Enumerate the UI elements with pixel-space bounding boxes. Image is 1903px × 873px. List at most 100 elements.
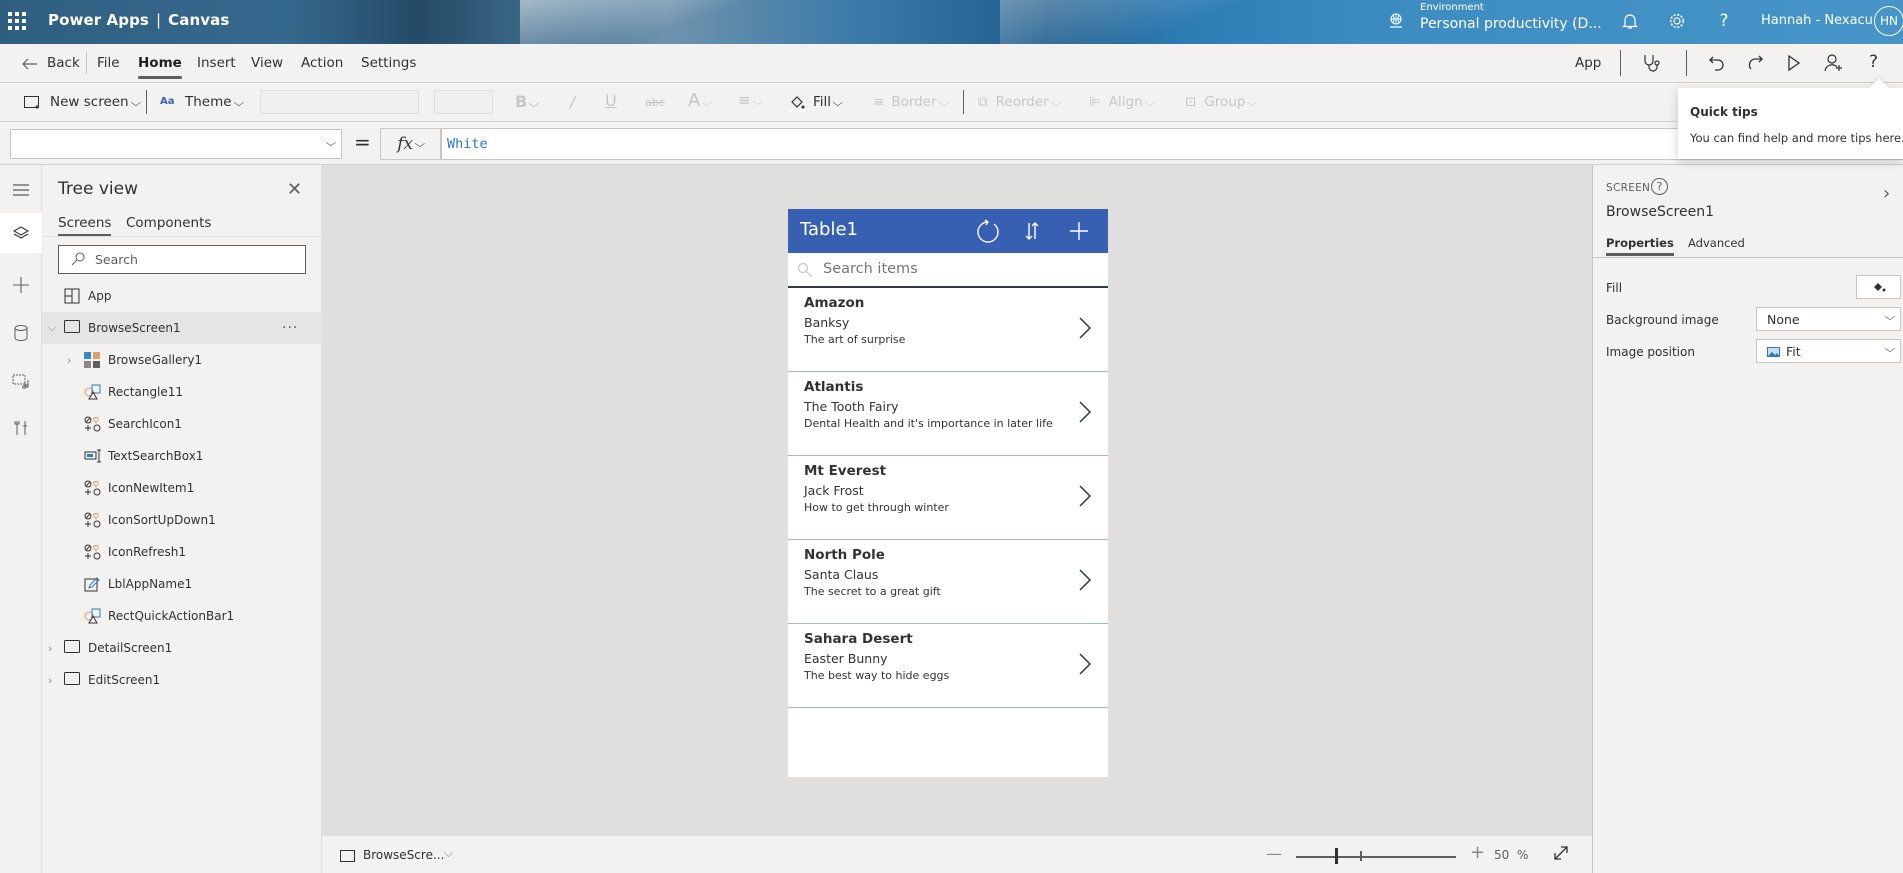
advanced-tools-icon[interactable] <box>0 408 42 448</box>
menu-view[interactable]: View <box>251 55 283 71</box>
tree-node[interactable]: RectQuickActionBar1 <box>42 600 322 632</box>
background-image-dropdown[interactable]: None ⌵ <box>1756 307 1901 331</box>
gallery-item[interactable]: Atlantis The Tooth Fairy Dental Health and… <box>788 372 1108 456</box>
tree-node[interactable]: SearchIcon1 <box>42 408 322 440</box>
tree-view-layers-icon[interactable] <box>0 213 42 253</box>
user-avatar[interactable]: HN <box>1874 6 1903 36</box>
gallery-item[interactable]: Amazon Banksy The art of surprise <box>788 288 1108 372</box>
menu-file[interactable]: File <box>97 55 120 71</box>
app-launcher-icon[interactable] <box>8 12 26 30</box>
menu-home[interactable]: Home <box>138 55 182 79</box>
tree-node[interactable]: › EditScreen1 <box>42 664 322 696</box>
gallery-item[interactable]: North Pole Santa Claus The secret to a gre… <box>788 540 1108 624</box>
screen-selector[interactable]: BrowseScre... <box>363 848 444 862</box>
zoom-slider-thumb[interactable] <box>1335 848 1338 864</box>
add-new-item-icon[interactable] <box>1065 217 1093 245</box>
tree-node[interactable]: › DetailScreen1 <box>42 632 322 664</box>
chevron-right-icon[interactable] <box>1078 652 1092 676</box>
underline-button[interactable]: U <box>605 91 617 110</box>
help-question-icon[interactable]: ? <box>1869 52 1878 72</box>
tab-advanced[interactable]: Advanced <box>1688 236 1745 250</box>
align-button[interactable]: ⊫ Align⌵ <box>1089 94 1155 110</box>
chevron-right-icon[interactable]: › <box>48 642 52 655</box>
settings-gear-icon[interactable] <box>1666 10 1688 32</box>
tree-node[interactable]: IconSortUpDown1 <box>42 504 322 536</box>
font-color-button[interactable]: A⌵ <box>688 90 712 111</box>
tree-node[interactable]: TextSearchBox1 <box>42 440 322 472</box>
selected-control-name[interactable]: BrowseScreen1 <box>1606 204 1714 220</box>
fill-color-picker[interactable] <box>1856 275 1901 299</box>
app-checker-stethoscope-icon[interactable] <box>1642 53 1662 73</box>
app-title-label[interactable]: Table1 <box>800 219 858 240</box>
fit-to-window-icon[interactable] <box>1552 844 1570 862</box>
back-arrow-icon[interactable] <box>22 58 38 70</box>
back-button[interactable]: Back <box>47 55 80 71</box>
font-size-dropdown[interactable] <box>434 90 493 114</box>
help-icon[interactable]: ? <box>1713 10 1735 32</box>
theme-button[interactable]: Theme⌵ <box>185 94 244 110</box>
function-button[interactable]: fx ⌵ <box>380 128 441 160</box>
more-options-icon[interactable]: ··· <box>282 320 298 336</box>
chevron-right-icon[interactable]: › <box>67 354 71 367</box>
chevron-right-icon[interactable] <box>1078 316 1092 340</box>
tree-node[interactable]: App <box>42 280 322 312</box>
chevron-right-icon[interactable]: › <box>1883 183 1890 204</box>
hamburger-menu-icon[interactable] <box>0 170 42 210</box>
text-align-button[interactable]: ≡⌵ <box>738 91 763 109</box>
fill-button[interactable]: Fill⌵ <box>813 94 843 110</box>
gallery-item[interactable]: Sahara Desert Easter Bunny The best way to… <box>788 624 1108 708</box>
app-screen-preview[interactable]: Table1 Search items Amazon Banksy The art … <box>788 209 1108 777</box>
strikethrough-button[interactable]: abc <box>645 96 665 109</box>
group-button[interactable]: ⊡ Group⌵ <box>1185 94 1258 110</box>
italic-button[interactable]: / <box>570 92 575 111</box>
zoom-in-button[interactable]: + <box>1470 842 1485 863</box>
zoom-slider[interactable] <box>1296 856 1456 858</box>
user-name[interactable]: Hannah - Nexacu <box>1761 13 1873 28</box>
insert-plus-icon[interactable] <box>0 265 42 305</box>
redo-icon[interactable] <box>1746 54 1764 72</box>
notifications-icon[interactable] <box>1619 10 1641 32</box>
tree-search-input[interactable]: Search <box>58 245 306 274</box>
property-selector[interactable]: ⌵ <box>10 129 342 159</box>
chevron-right-icon[interactable] <box>1078 568 1092 592</box>
undo-icon[interactable] <box>1708 54 1726 72</box>
reorder-button[interactable]: ⧉ Reorder⌵ <box>978 94 1061 110</box>
menu-settings[interactable]: Settings <box>361 55 416 71</box>
tree-node[interactable]: › BrowseGallery1 <box>42 344 322 376</box>
refresh-icon[interactable] <box>974 217 1002 245</box>
chevron-down-icon[interactable]: ⌵ <box>444 846 453 861</box>
tree-node[interactable]: IconNewItem1 <box>42 472 322 504</box>
data-cylinder-icon[interactable] <box>0 313 42 353</box>
tab-components[interactable]: Components <box>126 215 211 231</box>
menu-insert[interactable]: Insert <box>197 55 236 71</box>
preview-play-icon[interactable] <box>1786 54 1802 72</box>
design-canvas[interactable]: Table1 Search items Amazon Banksy The art … <box>322 165 1592 835</box>
search-items-input[interactable]: Search items <box>788 253 1108 288</box>
chevron-right-icon[interactable] <box>1078 400 1092 424</box>
help-circle-icon[interactable]: ? <box>1651 178 1668 195</box>
border-button[interactable]: ≡ Border⌵ <box>873 94 949 110</box>
tree-node[interactable]: LblAppName1 <box>42 568 322 600</box>
app-settings-button[interactable]: App <box>1575 55 1601 71</box>
environment-selector[interactable]: Personal productivity (D... <box>1420 16 1602 32</box>
sort-up-down-icon[interactable] <box>1018 217 1046 245</box>
media-icon[interactable] <box>0 361 42 401</box>
tab-properties[interactable]: Properties <box>1606 236 1674 256</box>
tree-node[interactable]: ⌵ BrowseScreen1 ··· <box>42 312 322 344</box>
chevron-down-icon[interactable]: ⌵ <box>48 321 56 335</box>
chevron-right-icon[interactable]: › <box>48 674 52 687</box>
share-user-add-icon[interactable] <box>1824 53 1844 73</box>
tab-screens[interactable]: Screens <box>58 215 112 236</box>
font-family-dropdown[interactable] <box>260 90 419 114</box>
chevron-right-icon[interactable] <box>1078 484 1092 508</box>
close-icon[interactable]: ✕ <box>287 179 302 200</box>
gallery-item[interactable]: Mt Everest Jack Frost How to get through w… <box>788 456 1108 540</box>
tree-node[interactable]: IconRefresh1 <box>42 536 322 568</box>
new-screen-button[interactable]: New screen⌵ <box>50 94 141 110</box>
environment-icon[interactable] <box>1387 12 1405 30</box>
tree-node[interactable]: Rectangle11 <box>42 376 322 408</box>
bold-button[interactable]: B⌵ <box>515 92 539 111</box>
image-position-dropdown[interactable]: Fit ⌵ <box>1756 339 1901 363</box>
zoom-out-button[interactable]: — <box>1266 844 1282 863</box>
menu-action[interactable]: Action <box>301 55 343 71</box>
